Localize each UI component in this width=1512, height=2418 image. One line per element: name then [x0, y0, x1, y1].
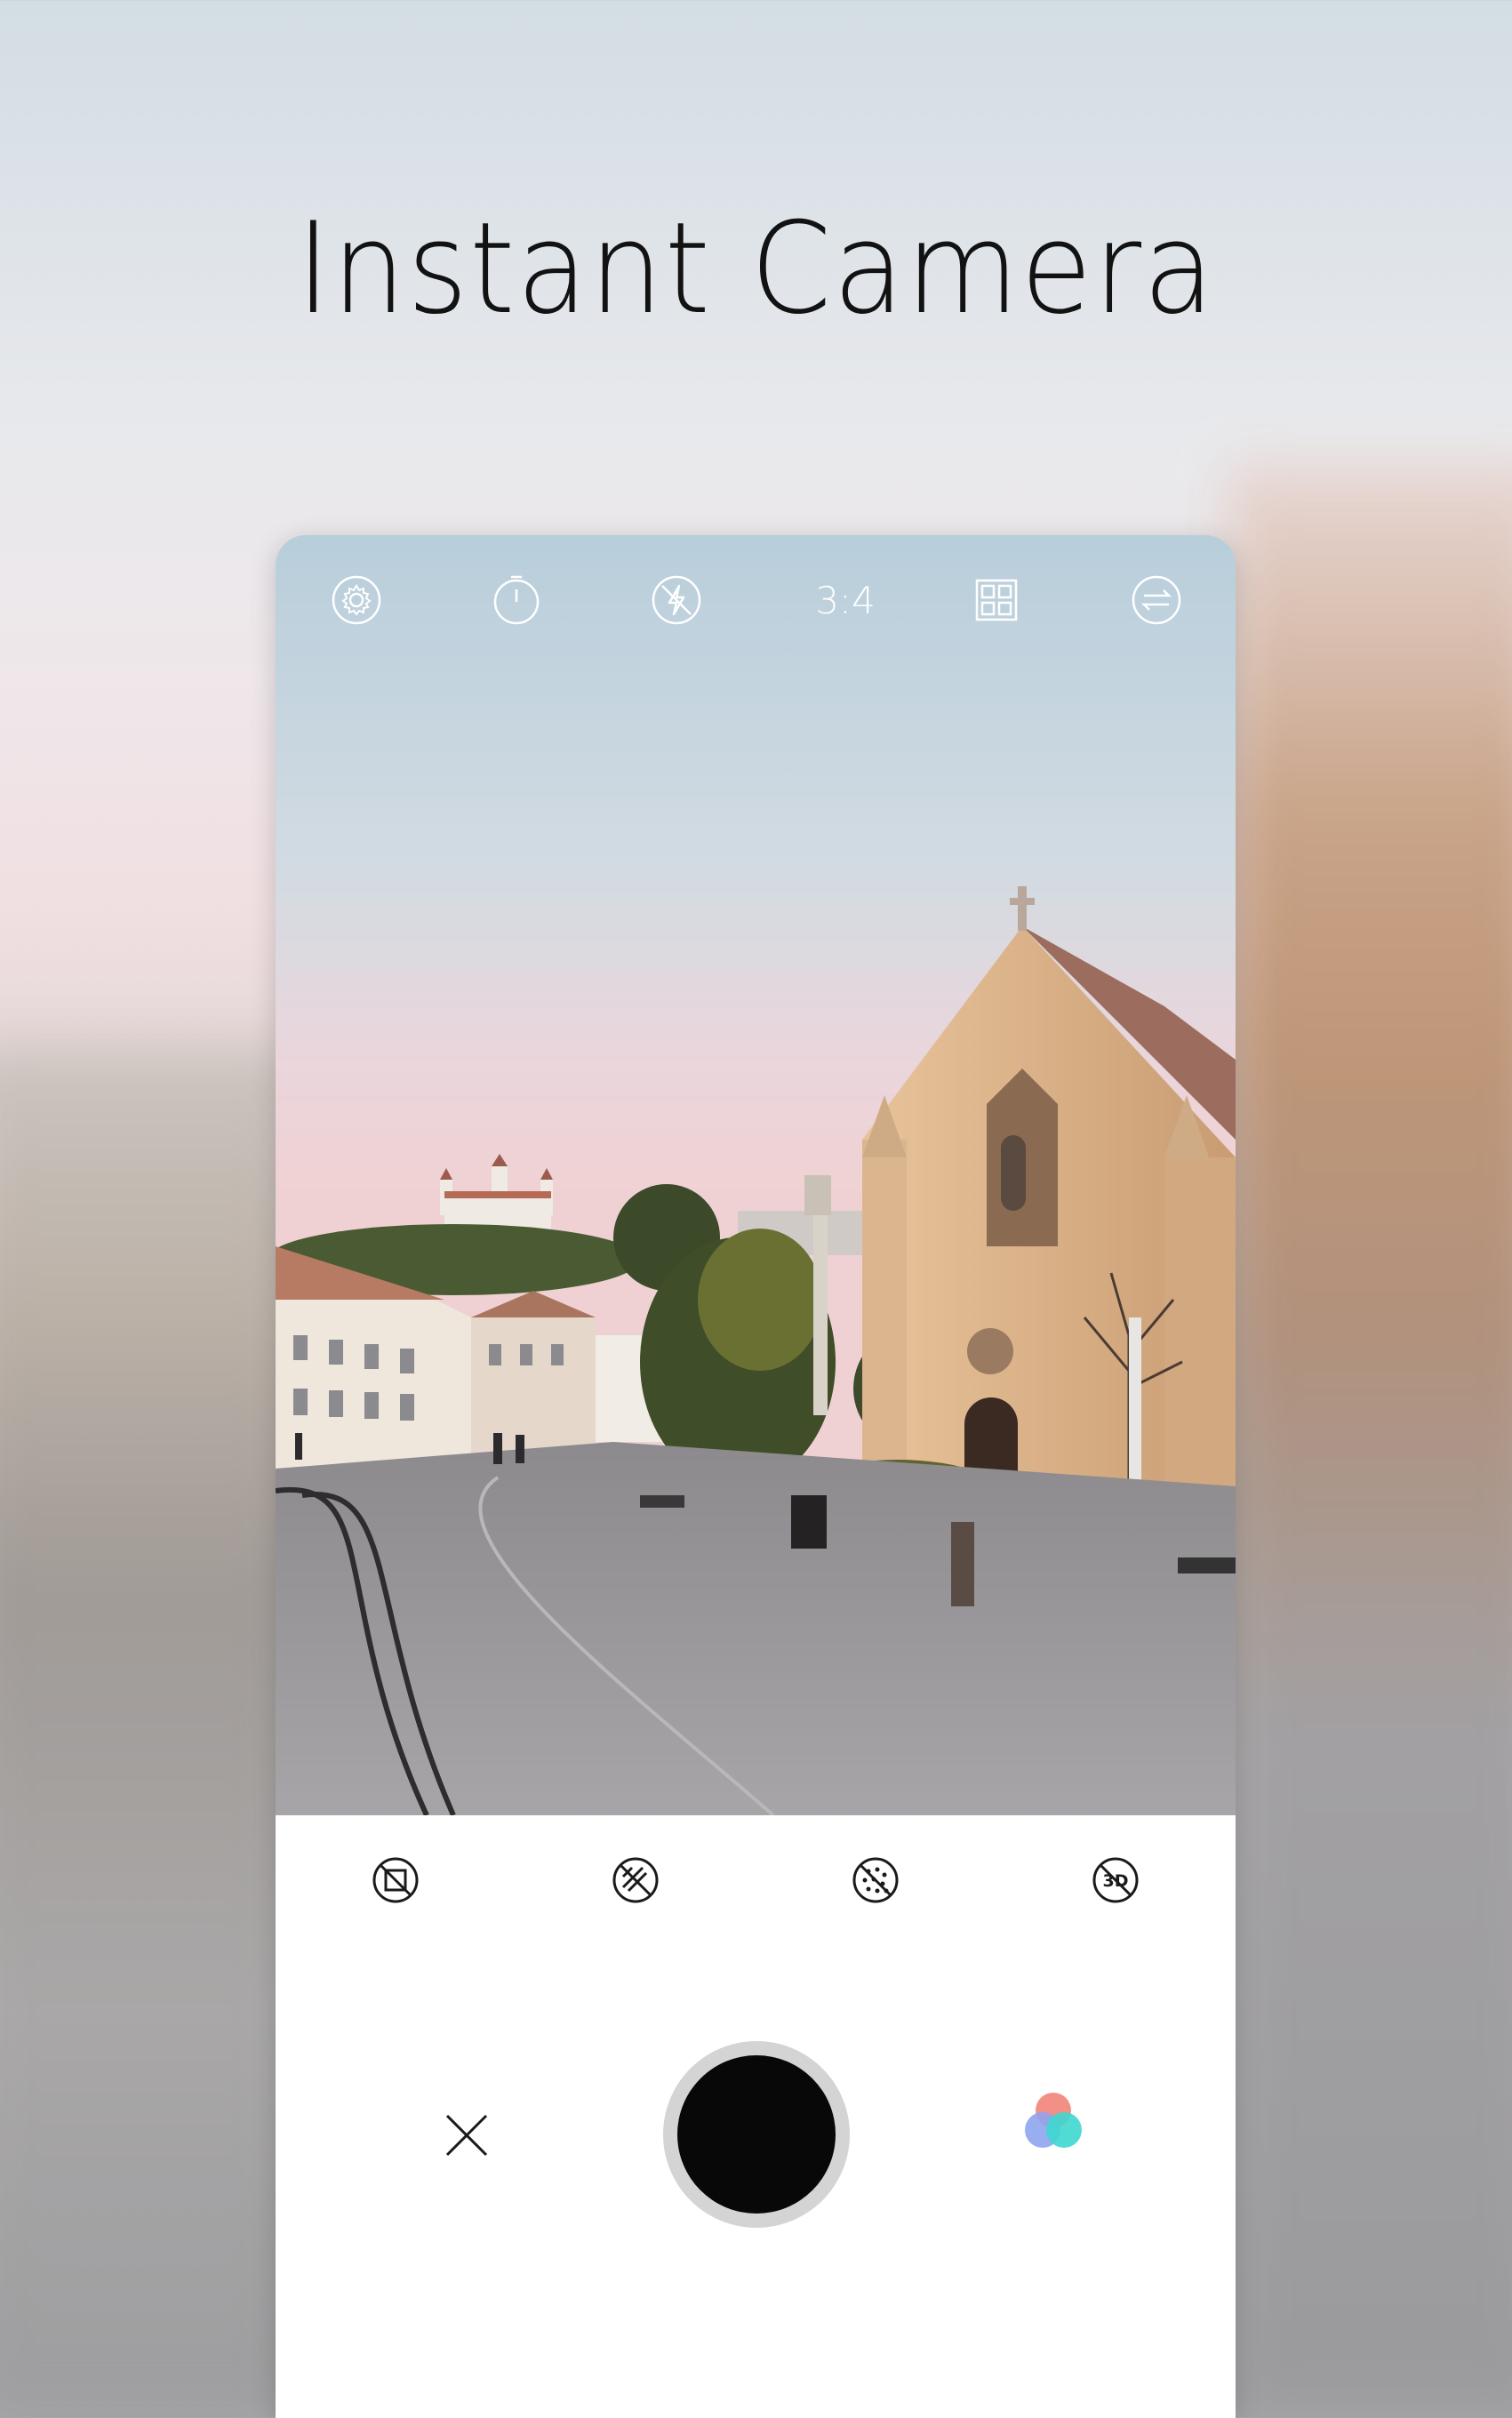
bin — [791, 1495, 827, 1549]
filters-icon[interactable] — [1013, 2082, 1093, 2162]
3d-off-icon[interactable]: 3D — [1088, 1853, 1143, 1908]
timer-icon[interactable] — [485, 569, 548, 631]
settings-icon[interactable] — [325, 569, 388, 631]
background-blur-right — [1228, 462, 1512, 2418]
promo-headline: Instant Camera — [296, 196, 1216, 342]
background-blur-left — [0, 1049, 302, 2418]
grid-icon[interactable] — [965, 569, 1028, 631]
effects-toolbar: 3D — [276, 1815, 1236, 1940]
capture-controls — [276, 1940, 1236, 2418]
shutter-button[interactable] — [663, 2041, 850, 2228]
plaza-ground — [276, 1442, 1236, 1815]
aspect-ratio[interactable]: 3:4 — [805, 569, 885, 631]
lamp-post — [1129, 1317, 1141, 1495]
close-icon[interactable] — [436, 2104, 498, 2166]
camera-viewfinder[interactable]: 3:4 — [276, 535, 1236, 1815]
vignette-off-icon[interactable] — [368, 1853, 423, 1908]
phone-screen: 3:4 3D — [276, 535, 1236, 2418]
camera-top-bar: 3:4 — [276, 569, 1236, 631]
shutter-core — [677, 2055, 836, 2214]
switch-camera-icon[interactable] — [1125, 569, 1188, 631]
grain-off-icon[interactable] — [848, 1853, 903, 1908]
light-leak-off-icon[interactable] — [608, 1853, 663, 1908]
aspect-ratio-label: 3:4 — [815, 578, 876, 622]
viewfinder-scene — [276, 535, 1236, 1815]
plague-column — [813, 1211, 828, 1415]
flash-off-icon[interactable] — [645, 569, 708, 631]
